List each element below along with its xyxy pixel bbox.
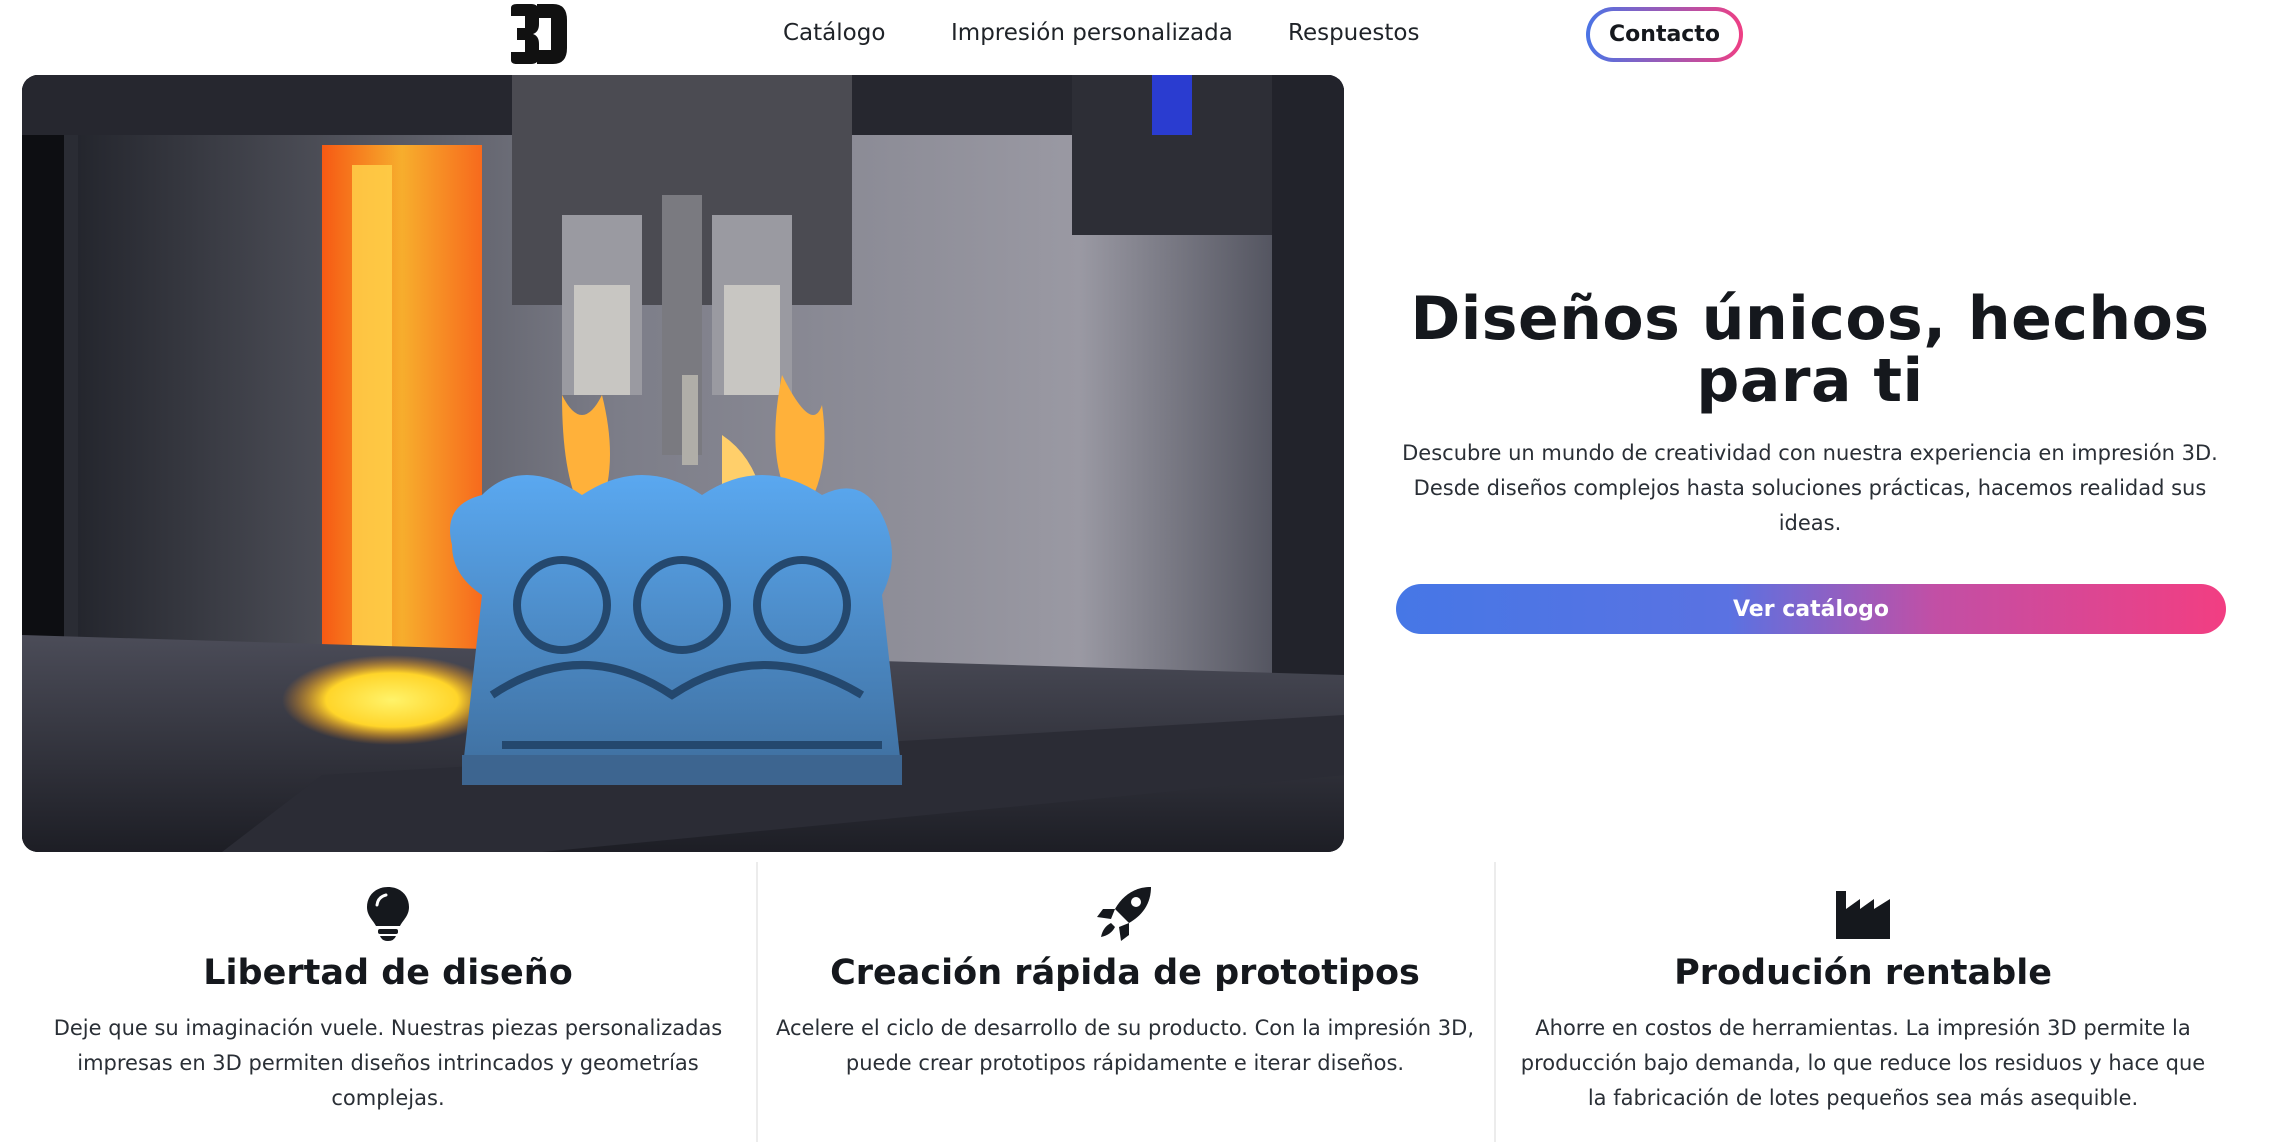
feature-title: Libertad de diseño: [203, 953, 573, 993]
hero-description: Descubre un mundo de creatividad con nue…: [1402, 441, 2218, 535]
ver-catalogo-button[interactable]: Ver catálogo: [1396, 584, 2226, 634]
lightbulb-icon: [367, 887, 409, 941]
feature-produccion-rentable: Produción rentable Ahorre en costos de h…: [1494, 862, 2230, 1142]
feature-prototipos: Creación rápida de prototipos Acelere el…: [756, 862, 1492, 1142]
nav-impresion-personalizada[interactable]: Impresión personalizada: [951, 20, 1233, 46]
contact-button-border[interactable]: Contacto: [1586, 7, 1743, 62]
logo-3d-icon: [511, 4, 567, 64]
hero-image: [22, 75, 1344, 852]
feature-title: Creación rápida de prototipos: [830, 953, 1420, 993]
logo[interactable]: [505, 2, 571, 66]
hero-title: Diseños únicos, hechos para ti: [1410, 284, 2210, 416]
feature-title: Produción rentable: [1674, 953, 2052, 993]
feature-description: Deje que su imaginación vuele. Nuestras …: [53, 1016, 723, 1110]
feature-description: Ahorre en costos de herramientas. La imp…: [1520, 1016, 2206, 1110]
nav-respuestos[interactable]: Respuestos: [1288, 20, 1419, 46]
contact-button[interactable]: Contacto: [1590, 11, 1739, 58]
nav-catalogo[interactable]: Catálogo: [783, 20, 885, 46]
site-header: Catálogo Impresión personalizada Respues…: [0, 0, 2280, 70]
rocket-icon: [1097, 887, 1151, 941]
feature-description: Acelere el ciclo de desarrollo de su pro…: [775, 1016, 1474, 1075]
3d-printer-photo-icon: [22, 75, 1344, 852]
factory-icon: [1836, 891, 1890, 939]
feature-libertad-diseno: Libertad de diseño Deje que su imaginaci…: [22, 862, 754, 1142]
